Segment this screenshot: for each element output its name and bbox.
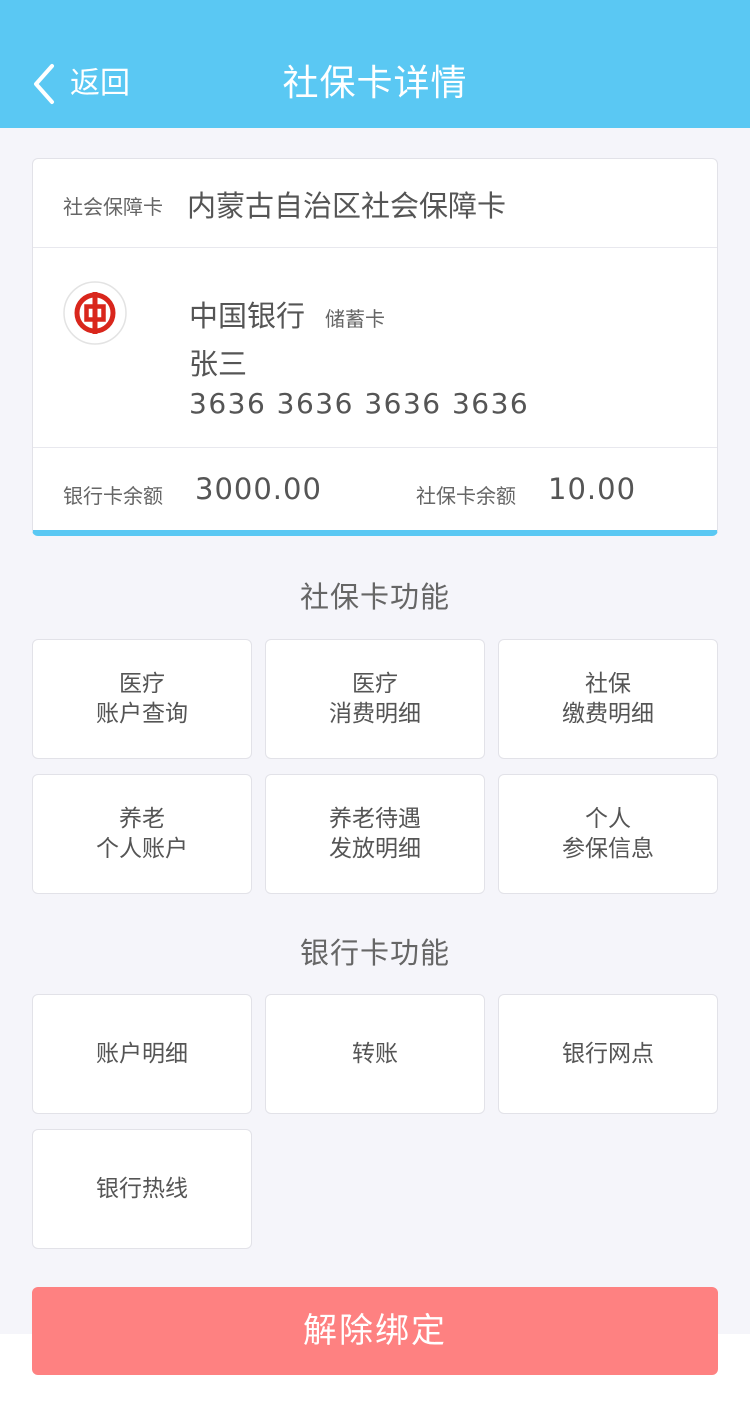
bank-balance-value: 3000.00 xyxy=(195,472,322,506)
card-number: 3636 3636 3636 3636 xyxy=(189,387,530,420)
tile-label: 银行网点 xyxy=(562,1041,654,1067)
app-header: 返回 社保卡详情 xyxy=(0,0,750,128)
ss-functions-title: 社保卡功能 xyxy=(299,580,450,614)
tile-bank-hotline[interactable]: 银行热线 xyxy=(32,1129,252,1249)
tile-label-line1: 社保 xyxy=(585,671,631,697)
ss-card-label: 社会保障卡 xyxy=(63,195,163,219)
ss-balance-value: 10.00 xyxy=(548,472,637,506)
card-holder-name: 张三 xyxy=(189,347,248,381)
bank-balance-label: 银行卡余额 xyxy=(63,484,163,508)
tile-pension-benefit[interactable]: 养老待遇 发放明细 xyxy=(265,774,485,894)
tile-label-line2: 发放明细 xyxy=(329,836,421,862)
card-info-panel: 社会保障卡 内蒙古自治区社会保障卡 中国银行 储蓄卡 张三 3636 3636 … xyxy=(32,158,718,536)
tile-medical-consumption[interactable]: 医疗 消费明细 xyxy=(265,639,485,759)
bank-functions-title: 银行卡功能 xyxy=(299,936,450,970)
tile-ss-payment[interactable]: 社保 缴费明细 xyxy=(498,639,718,759)
tile-label: 账户明细 xyxy=(96,1041,188,1067)
card-type: 储蓄卡 xyxy=(325,307,385,331)
ss-card-row: 社会保障卡 内蒙古自治区社会保障卡 xyxy=(33,159,717,248)
ss-balance-label: 社保卡余额 xyxy=(416,484,516,508)
page-title: 社保卡详情 xyxy=(282,63,468,104)
tile-label-line2: 账户查询 xyxy=(96,701,188,727)
tile-label-line2: 参保信息 xyxy=(562,836,654,862)
tile-label-line1: 养老 xyxy=(119,806,165,832)
tile-label-line2: 缴费明细 xyxy=(562,701,654,727)
ss-card-name: 内蒙古自治区社会保障卡 xyxy=(187,189,507,223)
tile-label-line2: 消费明细 xyxy=(329,701,421,727)
tile-label-line1: 医疗 xyxy=(352,671,398,697)
tile-label-line1: 个人 xyxy=(585,806,631,832)
tile-transfer[interactable]: 转账 xyxy=(265,994,485,1114)
tile-bank-branches[interactable]: 银行网点 xyxy=(498,994,718,1114)
tile-pension-account[interactable]: 养老 个人账户 xyxy=(32,774,252,894)
tile-label-line1: 医疗 xyxy=(119,671,165,697)
balance-row: 银行卡余额 3000.00 社保卡余额 10.00 xyxy=(33,447,717,530)
tile-account-details[interactable]: 账户明细 xyxy=(32,994,252,1114)
unbind-button[interactable]: 解除绑定 xyxy=(32,1287,718,1375)
tile-label-line2: 个人账户 xyxy=(96,836,188,862)
tile-medical-account[interactable]: 医疗 账户查询 xyxy=(32,639,252,759)
boc-logo-icon xyxy=(63,281,127,345)
tile-label: 转账 xyxy=(352,1041,398,1067)
tile-label: 银行热线 xyxy=(96,1176,188,1202)
bank-name: 中国银行 xyxy=(189,299,306,333)
tile-label-line1: 养老待遇 xyxy=(329,806,421,832)
tile-insurance-info[interactable]: 个人 参保信息 xyxy=(498,774,718,894)
